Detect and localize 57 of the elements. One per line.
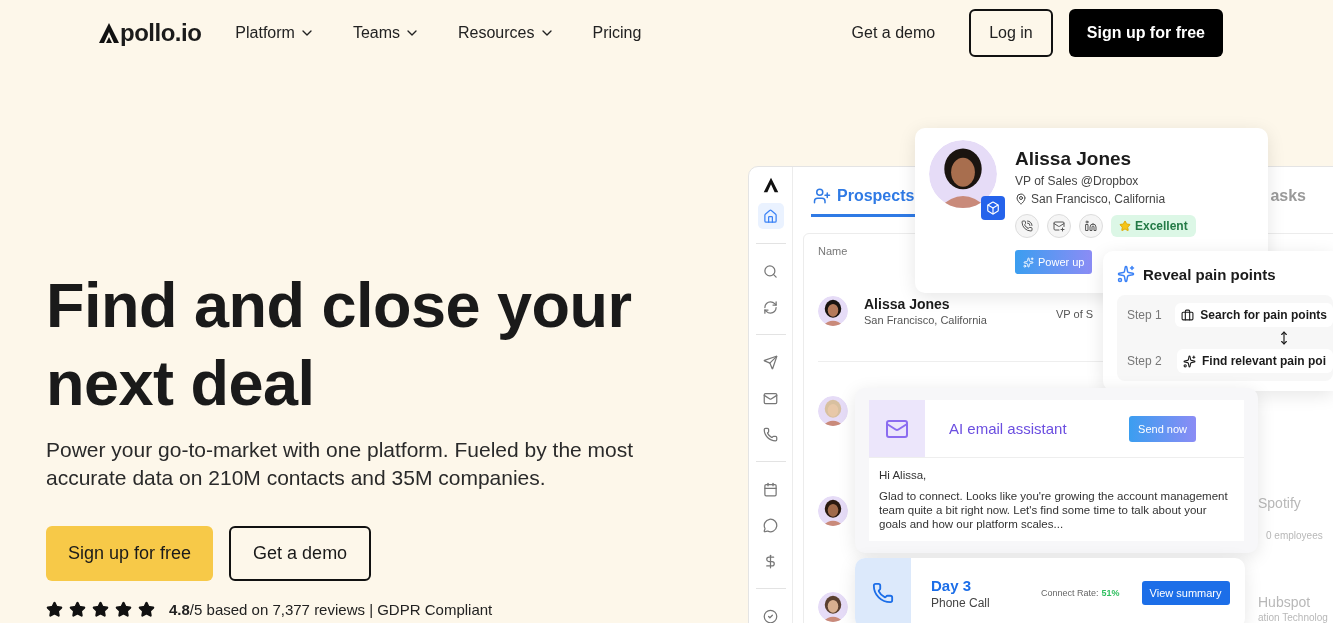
profile-name: Alissa Jones	[1015, 148, 1133, 170]
mail-icon[interactable]	[1047, 214, 1071, 238]
briefcase-icon	[1181, 308, 1195, 322]
company-detail: ation Technolog	[1258, 612, 1328, 623]
sparkle-icon	[1183, 354, 1196, 368]
login-button[interactable]: Log in	[969, 9, 1053, 57]
home-icon[interactable]	[757, 203, 784, 229]
logo-icon	[98, 22, 120, 44]
column-header: Name	[818, 245, 848, 257]
email-greeting: Hi Alissa,	[879, 468, 928, 482]
demo-button[interactable]: Get a demo	[229, 526, 372, 581]
demo-link[interactable]: Get a demo	[833, 9, 954, 57]
linkedin-icon[interactable]	[1079, 214, 1103, 238]
nav-link[interactable]: Pricing	[592, 24, 642, 42]
logo-icon	[762, 177, 779, 193]
nav-link[interactable]: Resources	[458, 24, 555, 42]
contact-title: VP of S	[1056, 308, 1094, 320]
rating-text: 4.8/5 based on 7,377 reviews | GDPR Compliant	[169, 601, 493, 618]
sparkle-icon	[1023, 256, 1034, 268]
step-label: Step 1	[1127, 308, 1163, 322]
star-icon	[138, 601, 155, 618]
profile-location: San Francisco, California	[1031, 192, 1166, 206]
contact-name: Alissa Jones	[864, 296, 951, 312]
star-icon	[46, 601, 63, 618]
contact-location: San Francisco, California	[864, 314, 987, 326]
call-type: Phone Call	[931, 595, 991, 610]
card-title: AI email assistant	[949, 420, 1068, 437]
sparkle-icon	[1117, 265, 1135, 283]
connect-rate-label: Connect Rate:	[1041, 588, 1099, 598]
company-name: Spotify	[1258, 495, 1301, 511]
profile-title: VP of Sales @Dropbox	[1015, 174, 1140, 188]
hero-subtitle: Power your go-to-market with one platform. Fueled by the most accurate data on 210M contacts and 35M companies.	[46, 437, 635, 491]
star-icon	[115, 601, 132, 618]
logo-text[interactable]: pollo.io	[120, 19, 202, 47]
company-name: Hubspot	[1258, 594, 1311, 610]
email-body: Glad to connect. Looks like you're growing the account management team quite a bit right now. Let's find some time to talk about your goals and how our platform scales...	[879, 489, 1229, 531]
signup-button[interactable]: Sign up for free	[46, 526, 214, 581]
company-detail: 0 employees	[1266, 530, 1323, 541]
step-label: Step 2	[1127, 354, 1163, 368]
phone-icon	[872, 582, 894, 604]
step-item: Search for pain points	[1175, 303, 1333, 327]
location-pin-icon	[1015, 193, 1027, 205]
step-item: Find relevant pain poi	[1177, 349, 1333, 373]
rating-badge: Excellent	[1111, 215, 1196, 237]
card-title: Reveal pain points	[1143, 265, 1276, 283]
connect-rate-value: 51%	[1101, 588, 1120, 598]
nav-link[interactable]: Platform	[235, 24, 315, 42]
star-icon	[69, 601, 86, 618]
nav-link[interactable]: Teams	[352, 24, 420, 42]
call-day: Day 3	[931, 576, 1041, 594]
signup-button[interactable]: Sign up for free	[1068, 9, 1223, 57]
view-summary-button[interactable]: View summary	[1141, 581, 1230, 605]
hero-title: Find and close your next deal	[46, 269, 633, 420]
user-plus-icon	[813, 187, 831, 205]
star-icon	[92, 601, 109, 618]
phone-icon[interactable]	[1015, 214, 1039, 238]
box-logo-icon	[981, 196, 1005, 220]
